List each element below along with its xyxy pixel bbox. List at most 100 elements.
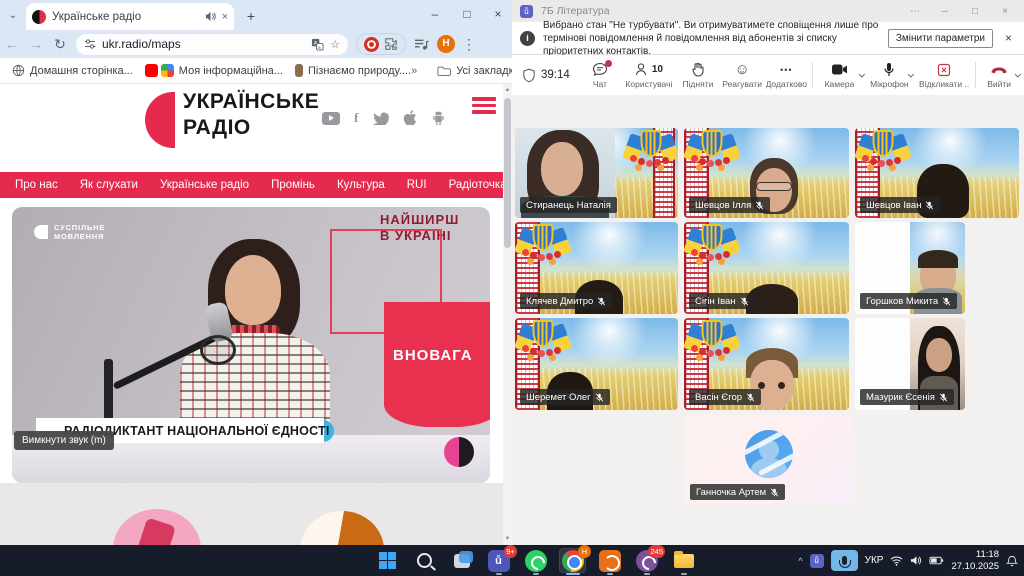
nav-item[interactable]: Радіоточка — [449, 179, 503, 191]
profile-avatar[interactable]: H — [437, 35, 455, 53]
nav-item[interactable]: Промінь — [271, 179, 315, 191]
site-menu-icon[interactable] — [472, 97, 496, 114]
change-settings-button[interactable]: Змінити параметри — [888, 29, 993, 48]
clock[interactable]: 11:18 27.10.2025 — [951, 549, 999, 573]
bookmark-item[interactable]: Пізнаємо природу.... — [295, 64, 411, 77]
address-bar[interactable]: ukr.radio/maps Aа ☆ — [76, 34, 348, 55]
all-bookmarks-button[interactable]: Усі закладки — [437, 65, 512, 77]
search-button[interactable] — [411, 548, 438, 573]
scroll-up-icon[interactable]: ▲ — [503, 84, 512, 96]
taskbar-whatsapp-icon[interactable] — [522, 548, 549, 573]
teams-minimize-button[interactable]: – — [934, 6, 956, 17]
window-maximize-button[interactable]: □ — [456, 4, 478, 24]
viber-badge: 245 — [648, 545, 665, 558]
camera-button[interactable]: Камера — [817, 62, 861, 89]
red-extension-icon[interactable] — [364, 37, 379, 52]
notification-bell-icon[interactable] — [1006, 555, 1018, 567]
podcast-thumb-orange[interactable] — [300, 511, 384, 545]
participant-tile[interactable]: Мазурик Єсенія — [855, 318, 965, 410]
scroll-down-icon[interactable]: ▼ — [503, 533, 512, 545]
taskbar-chrome-icon[interactable]: H — [559, 548, 586, 573]
start-button[interactable] — [374, 548, 401, 573]
task-view-button[interactable] — [448, 548, 475, 573]
ukrainian-radio-logo-icon[interactable] — [145, 92, 175, 148]
people-button[interactable]: 10 Користувачі — [622, 62, 676, 89]
bookmarks-overflow-icon[interactable]: » — [411, 65, 417, 77]
participant-tile[interactable]: Клячев Дмитро — [515, 222, 678, 314]
bookmark-item[interactable]: Домашня сторінка... — [12, 64, 133, 77]
browser-tab[interactable]: Українське радіо × — [26, 3, 234, 30]
participant-tile[interactable]: Стиранець Наталія — [515, 128, 678, 218]
nav-item[interactable]: Як слухати — [80, 179, 138, 191]
site-logo-line1[interactable]: УКРАЇНСЬКЕ — [183, 90, 319, 114]
more-options-button[interactable]: ••• Додатково — [764, 62, 808, 89]
page-scrollbar[interactable]: ▲ ▼ — [503, 84, 512, 545]
radio-dictation-logo-icon — [444, 437, 474, 467]
bookmark-item[interactable]: Моя інформаційна... — [145, 64, 283, 77]
new-tab-button[interactable]: + — [242, 8, 260, 26]
taskbar-teams-icon[interactable]: ů9+ — [485, 548, 512, 573]
taskbar-viber-icon[interactable]: 245 — [633, 548, 660, 573]
window-minimize-button[interactable]: – — [424, 4, 446, 24]
battery-icon[interactable] — [929, 556, 944, 565]
nav-item[interactable]: Про нас — [15, 179, 58, 191]
participant-tile[interactable]: Васін Єгор — [684, 318, 849, 410]
recall-button[interactable]: Відкликати ... — [917, 62, 971, 89]
window-close-button[interactable]: × — [487, 4, 509, 24]
site-logo-line2[interactable]: РАДІО — [183, 116, 251, 140]
meeting-timer: 39:14 — [541, 69, 570, 81]
reload-icon[interactable]: ↻ — [48, 36, 72, 53]
nav-item[interactable]: RUI — [407, 179, 427, 191]
video-player[interactable]: НАЙШИРШ В УКРАЇНІ ВНОВАГА СУСПІЛЬНЕМОВЛЕ… — [12, 207, 490, 483]
translate-icon[interactable]: Aа — [311, 38, 324, 51]
teams-more-icon[interactable]: ⋯ — [904, 6, 926, 17]
tab-search-chevron-icon[interactable]: ⌄ — [4, 7, 22, 25]
media-controls-icon[interactable] — [414, 38, 429, 51]
participant-tile[interactable]: Ганночка Артем — [685, 414, 852, 505]
wifi-icon[interactable] — [890, 556, 903, 566]
back-icon[interactable]: ← — [0, 36, 24, 52]
meeting-toolbar: 39:14 Чат 10 Користувачі Підняти ☺ Реагу… — [512, 55, 1024, 95]
suspilne-logo-icon — [34, 225, 48, 239]
bookmark-label: Домашня сторінка... — [30, 65, 133, 77]
site-navigation: Про нас Як слухати Українське радіо Пром… — [0, 172, 503, 198]
participant-tile[interactable]: Шевцов Ілля — [684, 128, 849, 218]
tab-close-icon[interactable]: × — [222, 11, 228, 23]
browser-menu-icon[interactable]: ⋮ — [457, 36, 481, 53]
language-indicator[interactable]: УКР — [865, 555, 884, 566]
leave-button[interactable]: Вийти — [980, 62, 1018, 89]
teams-close-button[interactable]: × — [994, 6, 1016, 17]
apple-icon[interactable] — [403, 110, 417, 126]
chat-button[interactable]: Чат — [578, 62, 622, 89]
volume-icon[interactable] — [910, 555, 922, 566]
raise-hand-button[interactable]: Підняти — [676, 62, 720, 89]
participant-tile[interactable]: Шевцов Іван — [855, 128, 1019, 218]
microphone-button[interactable]: Мікрофон — [867, 62, 911, 89]
youtube-icon[interactable] — [322, 112, 340, 125]
nav-item[interactable]: Культура — [337, 179, 385, 191]
participant-tile[interactable]: Горшков Микита — [855, 222, 965, 314]
scrollbar-thumb[interactable] — [504, 98, 511, 248]
react-button[interactable]: ☺ Реагувати — [720, 62, 764, 89]
taskbar-explorer-icon[interactable] — [670, 548, 697, 573]
webpage: УКРАЇНСЬКЕ РАДІО f Про нас Як слухати Ук… — [0, 84, 503, 545]
nav-item[interactable]: Українське радіо — [160, 179, 249, 191]
url-text[interactable]: ukr.radio/maps — [102, 37, 305, 51]
banner-close-icon[interactable]: × — [1001, 31, 1016, 45]
twitter-icon[interactable] — [372, 112, 389, 125]
participant-tile[interactable]: Шеремет Олег — [515, 318, 678, 410]
facebook-icon[interactable]: f — [354, 110, 358, 126]
taskbar-orange-app-icon[interactable] — [596, 548, 623, 573]
android-icon[interactable] — [431, 110, 446, 126]
teams-maximize-button[interactable]: □ — [964, 6, 986, 17]
tray-chevron-icon[interactable]: ^ — [798, 556, 802, 566]
tray-teams-icon[interactable]: ů — [810, 554, 824, 568]
site-settings-icon[interactable] — [84, 38, 96, 50]
forward-icon[interactable]: → — [24, 36, 48, 52]
tab-audio-icon[interactable] — [205, 11, 216, 22]
participant-tile[interactable]: Сігін Іван — [684, 222, 849, 314]
bookmark-star-icon[interactable]: ☆ — [330, 38, 340, 51]
tray-mic-button[interactable] — [831, 550, 858, 571]
taskbar: ů9+ H 245 ^ ů УКР 11:18 27.10.2025 — [0, 545, 1024, 576]
extensions-puzzle-icon[interactable] — [384, 37, 398, 51]
